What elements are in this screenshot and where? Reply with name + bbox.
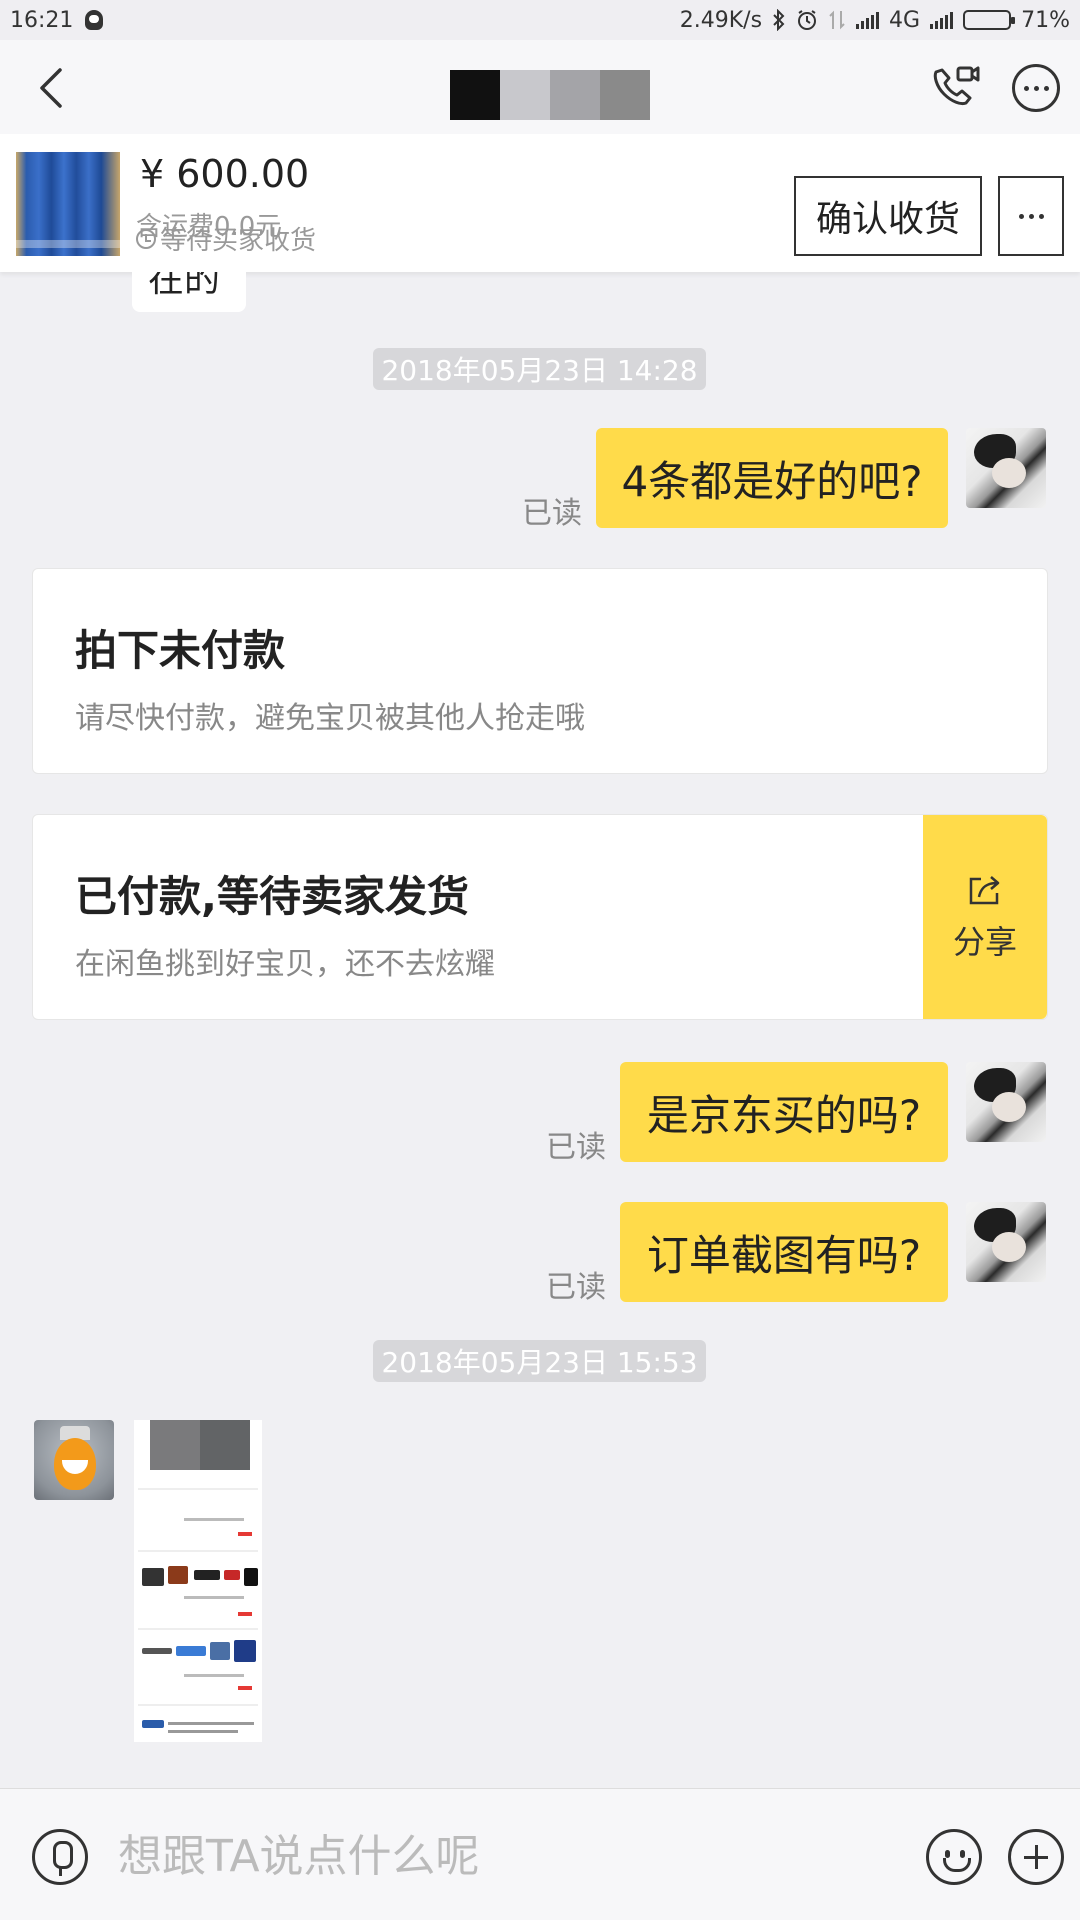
system-card-desc: 请尽快付款，避免宝贝被其他人抢走哦 bbox=[75, 701, 585, 736]
order-screenshot-image[interactable] bbox=[134, 1420, 262, 1742]
bluetooth-icon bbox=[773, 9, 785, 31]
status-time: 16:21 bbox=[10, 7, 74, 33]
order-summary-card[interactable]: ¥ 600.00 含运费0.0元 等待买家收货 确认收货 bbox=[0, 134, 1080, 272]
product-thumbnail[interactable] bbox=[16, 152, 120, 256]
message-bubble-sent[interactable]: 4条都是好的吧? bbox=[596, 428, 948, 528]
read-receipt: 已读 bbox=[546, 1130, 606, 1165]
net-speed: 2.49K/s bbox=[679, 7, 763, 33]
add-attachment-icon[interactable] bbox=[1008, 1829, 1064, 1885]
order-price: ¥ 600.00 bbox=[140, 152, 310, 196]
network-type: 4G bbox=[889, 7, 921, 33]
system-card-title: 已付款,等待卖家发货 bbox=[75, 872, 469, 921]
message-text: 在的 bbox=[148, 272, 221, 300]
user-avatar[interactable] bbox=[966, 1062, 1046, 1142]
message-input[interactable] bbox=[118, 1823, 898, 1889]
video-call-icon[interactable] bbox=[928, 62, 980, 112]
signal-strength-icon bbox=[856, 11, 880, 29]
share-icon bbox=[969, 876, 1000, 905]
chat-timestamp: 2018年05月23日 15:53 bbox=[373, 1340, 706, 1382]
system-card-unpaid[interactable]: 拍下未付款 请尽快付款，避免宝贝被其他人抢走哦 bbox=[32, 568, 1048, 774]
chat-timestamp: 2018年05月23日 14:28 bbox=[373, 348, 706, 390]
redacted-block bbox=[450, 70, 500, 120]
read-receipt: 已读 bbox=[546, 1270, 606, 1305]
share-button[interactable]: 分享 bbox=[923, 815, 1047, 1019]
user-avatar[interactable] bbox=[966, 428, 1046, 508]
status-bar: 16:21 2.49K/s 4G 71% bbox=[0, 0, 1080, 40]
seller-avatar[interactable] bbox=[34, 1420, 114, 1500]
more-options-icon[interactable] bbox=[1012, 64, 1060, 112]
system-card-paid[interactable]: 已付款,等待卖家发货 在闲鱼挑到好宝贝，还不去炫耀 分享 bbox=[32, 814, 1048, 1020]
contact-name-redacted bbox=[450, 70, 650, 120]
redacted-block bbox=[550, 70, 600, 120]
emoji-icon[interactable] bbox=[926, 1829, 982, 1885]
order-more-button[interactable] bbox=[998, 176, 1064, 256]
qq-notification-icon bbox=[85, 10, 104, 30]
redacted-block bbox=[600, 70, 650, 120]
voice-input-icon[interactable] bbox=[32, 1829, 88, 1885]
message-bubble-partial: 在的 bbox=[132, 272, 246, 312]
message-input-bar bbox=[0, 1788, 1080, 1920]
share-label: 分享 bbox=[952, 923, 1017, 961]
system-card-desc: 在闲鱼挑到好宝贝，还不去炫耀 bbox=[75, 947, 495, 982]
user-avatar[interactable] bbox=[966, 1202, 1046, 1282]
read-receipt: 已读 bbox=[522, 496, 582, 531]
message-bubble-sent[interactable]: 是京东买的吗? bbox=[620, 1062, 948, 1162]
order-status: 等待买家收货 bbox=[136, 220, 316, 257]
message-text: 是京东买的吗? bbox=[646, 1090, 922, 1140]
battery-percent: 71% bbox=[1021, 7, 1070, 33]
message-text: 4条都是好的吧? bbox=[621, 456, 923, 506]
confirm-receipt-button[interactable]: 确认收货 bbox=[794, 176, 982, 256]
signal-strength-icon-2 bbox=[930, 11, 954, 29]
redacted-block bbox=[500, 70, 550, 120]
order-status-text: 等待买家收货 bbox=[160, 226, 317, 256]
message-bubble-sent[interactable]: 订单截图有吗? bbox=[620, 1202, 948, 1302]
system-card-title: 拍下未付款 bbox=[75, 626, 286, 675]
back-arrow-icon[interactable] bbox=[30, 62, 80, 112]
message-text: 订单截图有吗? bbox=[646, 1230, 922, 1280]
data-transfer-icon bbox=[829, 10, 845, 30]
alarm-icon bbox=[798, 10, 817, 30]
chat-header bbox=[0, 40, 1080, 134]
clock-icon bbox=[136, 228, 156, 249]
battery-icon bbox=[963, 10, 1016, 30]
